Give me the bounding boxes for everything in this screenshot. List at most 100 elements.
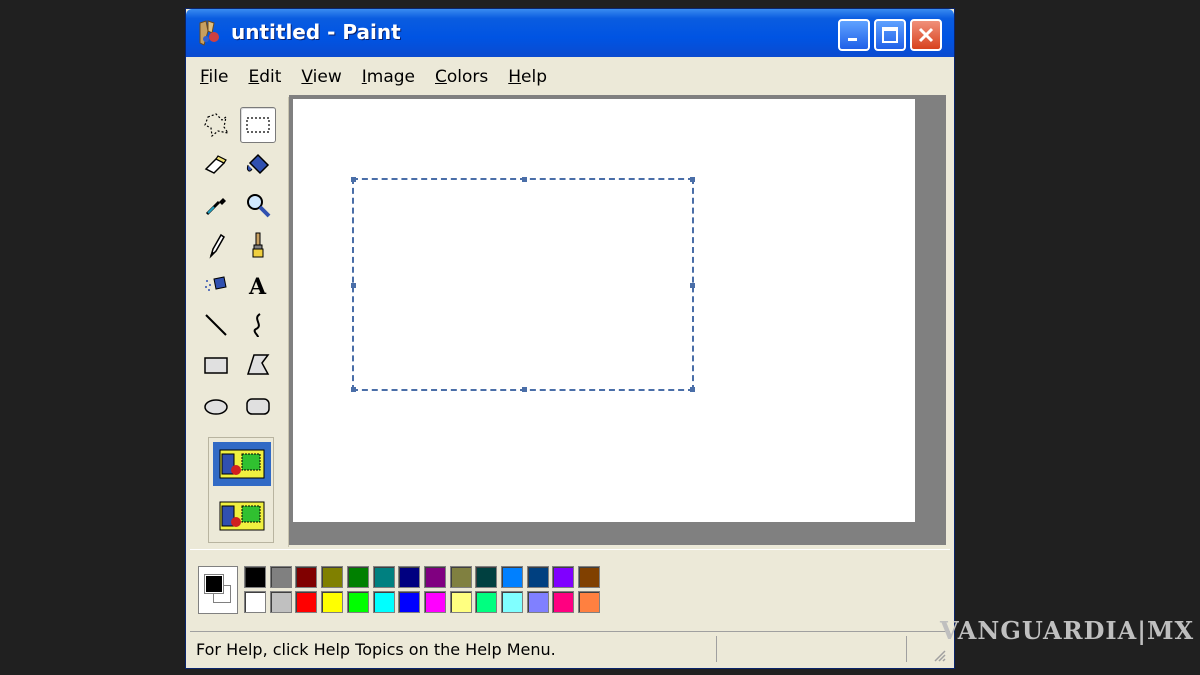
color-swatch[interactable] [398, 591, 421, 613]
svg-text:A: A [248, 274, 267, 299]
text-icon: A [248, 274, 267, 299]
drawing-canvas[interactable] [293, 99, 915, 522]
color-swatch[interactable] [449, 566, 472, 588]
menu-bar: File Edit View Image Colors Help [190, 59, 950, 95]
tool-rect-select[interactable] [240, 107, 276, 143]
status-cell-coords [716, 636, 907, 662]
color-swatch[interactable] [526, 566, 549, 588]
option-transparent[interactable] [213, 494, 271, 538]
selection-handle[interactable] [690, 283, 695, 288]
menu-edit[interactable]: Edit [238, 67, 291, 87]
menu-image[interactable]: Image [352, 67, 425, 87]
color-swatch[interactable] [578, 566, 601, 588]
option-opaque[interactable] [213, 442, 271, 486]
brush-icon [252, 232, 264, 258]
selection-handle[interactable] [522, 387, 527, 392]
menu-colors[interactable]: Colors [425, 67, 498, 87]
color-swatch[interactable] [372, 591, 395, 613]
selection-handle[interactable] [351, 177, 356, 182]
tool-magnifier[interactable] [240, 187, 276, 223]
foreground-color-swatch [204, 574, 224, 594]
color-swatch[interactable] [346, 591, 369, 613]
tool-rounded-rectangle[interactable] [240, 387, 276, 423]
color-swatch[interactable] [475, 591, 498, 613]
color-swatches [244, 566, 604, 616]
canvas-area[interactable] [289, 95, 946, 545]
color-swatch[interactable] [346, 566, 369, 588]
toolbox: A [194, 97, 289, 547]
tool-fill[interactable] [240, 147, 276, 183]
minimize-icon [848, 38, 857, 41]
tool-options-box [208, 437, 274, 543]
color-swatch[interactable] [578, 591, 601, 613]
color-swatch[interactable] [501, 566, 523, 588]
color-swatch[interactable] [423, 566, 446, 588]
color-swatch[interactable] [244, 591, 266, 613]
rect-selection[interactable] [351, 177, 695, 392]
opaque-selection-icon [219, 449, 265, 479]
free-form-select-icon [204, 113, 230, 138]
airbrush-icon [205, 276, 227, 291]
color-swatch[interactable] [552, 566, 575, 588]
close-icon [918, 27, 934, 43]
selection-handle[interactable] [522, 177, 527, 182]
minimize-button[interactable] [838, 19, 870, 51]
color-swatch[interactable] [501, 591, 523, 613]
resize-grip-icon[interactable] [932, 648, 946, 662]
eraser-icon [204, 155, 227, 174]
window-title: untitled - Paint [231, 20, 401, 44]
status-help-text: For Help, click Help Topics on the Help … [196, 640, 556, 659]
color-swatch[interactable] [321, 566, 344, 588]
menu-file[interactable]: File [190, 67, 238, 87]
tool-eraser[interactable] [198, 147, 234, 183]
paint-app-icon [199, 20, 219, 46]
rounded-rectangle-icon [246, 398, 270, 415]
transparent-selection-icon [219, 501, 265, 531]
curve-icon [253, 313, 261, 338]
selection-handle[interactable] [690, 177, 695, 182]
maximize-icon [882, 27, 898, 43]
color-swatch[interactable] [269, 591, 292, 613]
selection-handle[interactable] [351, 387, 356, 392]
selection-handle[interactable] [690, 387, 695, 392]
color-swatch[interactable] [423, 591, 446, 613]
line-icon [205, 314, 227, 336]
fill-bucket-icon [247, 153, 270, 175]
selection-handle[interactable] [351, 283, 356, 288]
maximize-button[interactable] [874, 19, 906, 51]
rectangle-icon [204, 357, 228, 374]
color-swatch[interactable] [552, 591, 575, 613]
tool-polygon[interactable] [240, 347, 276, 383]
close-button[interactable] [910, 19, 942, 51]
color-swatch[interactable] [321, 591, 344, 613]
pencil-icon [209, 233, 225, 259]
rect-select-icon [246, 117, 270, 133]
tool-ellipse[interactable] [198, 387, 234, 423]
tool-airbrush[interactable] [198, 267, 234, 303]
tool-pick-color[interactable] [198, 187, 234, 223]
menu-view[interactable]: View [291, 67, 351, 87]
color-swatch[interactable] [398, 566, 421, 588]
color-swatch[interactable] [526, 591, 549, 613]
color-swatch[interactable] [269, 566, 292, 588]
tool-brush[interactable] [240, 227, 276, 263]
tool-text[interactable]: A [240, 267, 276, 303]
tool-curve[interactable] [240, 307, 276, 343]
current-colors [198, 566, 238, 614]
tool-line[interactable] [198, 307, 234, 343]
status-bar: For Help, click Help Topics on the Help … [190, 631, 950, 666]
color-swatch[interactable] [449, 591, 472, 613]
tool-pencil[interactable] [198, 227, 234, 263]
title-bar[interactable]: untitled - Paint [186, 9, 954, 57]
tool-rectangle[interactable] [198, 347, 234, 383]
color-swatch[interactable] [295, 566, 318, 588]
color-swatch[interactable] [244, 566, 266, 588]
tool-free-form-select[interactable] [198, 107, 234, 143]
paint-window: untitled - Paint File Edit View Image Co… [185, 8, 955, 669]
color-swatch[interactable] [475, 566, 498, 588]
polygon-icon [246, 354, 270, 375]
color-palette-bar [190, 549, 950, 630]
color-swatch[interactable] [295, 591, 318, 613]
color-swatch[interactable] [372, 566, 395, 588]
menu-help[interactable]: Help [498, 67, 557, 87]
